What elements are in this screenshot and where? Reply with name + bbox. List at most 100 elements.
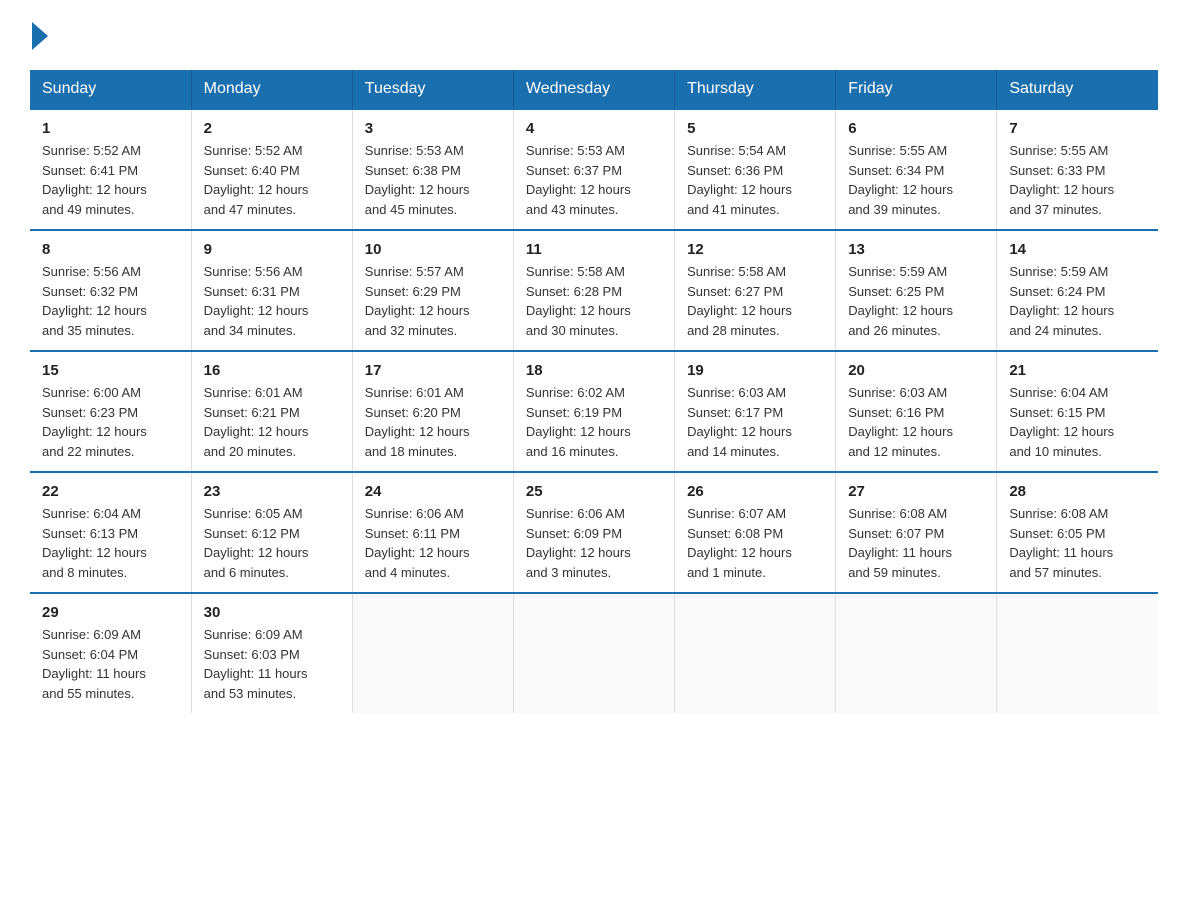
day-number: 29: [42, 604, 179, 621]
page-header: [30, 30, 1158, 50]
day-cell: 15 Sunrise: 6:00 AMSunset: 6:23 PMDayligh…: [30, 351, 191, 472]
day-number: 26: [687, 483, 823, 500]
day-number: 12: [687, 241, 823, 258]
day-cell: 2 Sunrise: 5:52 AMSunset: 6:40 PMDaylight…: [191, 109, 352, 230]
week-row-4: 22 Sunrise: 6:04 AMSunset: 6:13 PMDayligh…: [30, 472, 1158, 593]
day-cell: [675, 593, 836, 713]
day-info: Sunrise: 6:04 AMSunset: 6:13 PMDaylight:…: [42, 504, 179, 582]
day-info: Sunrise: 5:53 AMSunset: 6:37 PMDaylight:…: [526, 141, 662, 219]
week-row-1: 1 Sunrise: 5:52 AMSunset: 6:41 PMDaylight…: [30, 109, 1158, 230]
day-cell: 8 Sunrise: 5:56 AMSunset: 6:32 PMDaylight…: [30, 230, 191, 351]
day-info: Sunrise: 6:06 AMSunset: 6:11 PMDaylight:…: [365, 504, 501, 582]
day-number: 6: [848, 120, 984, 137]
day-number: 19: [687, 362, 823, 379]
header-cell-friday: Friday: [836, 70, 997, 109]
day-number: 28: [1009, 483, 1146, 500]
day-cell: 17Sunrise: 6:01 AMSunset: 6:20 PMDayligh…: [352, 351, 513, 472]
calendar-header: SundayMondayTuesdayWednesdayThursdayFrid…: [30, 70, 1158, 109]
day-info: Sunrise: 6:02 AMSunset: 6:19 PMDaylight:…: [526, 383, 662, 461]
day-cell: 28 Sunrise: 6:08 AMSunset: 6:05 PMDayligh…: [997, 472, 1158, 593]
day-info: Sunrise: 5:52 AMSunset: 6:40 PMDaylight:…: [204, 141, 340, 219]
day-cell: [997, 593, 1158, 713]
day-cell: 24 Sunrise: 6:06 AMSunset: 6:11 PMDayligh…: [352, 472, 513, 593]
day-info: Sunrise: 5:53 AMSunset: 6:38 PMDaylight:…: [365, 141, 501, 219]
day-number: 23: [204, 483, 340, 500]
header-cell-thursday: Thursday: [675, 70, 836, 109]
day-number: 22: [42, 483, 179, 500]
day-info: Sunrise: 5:56 AMSunset: 6:32 PMDaylight:…: [42, 262, 179, 340]
day-cell: 29 Sunrise: 6:09 AMSunset: 6:04 PMDayligh…: [30, 593, 191, 713]
day-info: Sunrise: 5:56 AMSunset: 6:31 PMDaylight:…: [204, 262, 340, 340]
day-number: 8: [42, 241, 179, 258]
day-info: Sunrise: 6:00 AMSunset: 6:23 PMDaylight:…: [42, 383, 179, 461]
week-row-2: 8 Sunrise: 5:56 AMSunset: 6:32 PMDaylight…: [30, 230, 1158, 351]
day-info: Sunrise: 6:05 AMSunset: 6:12 PMDaylight:…: [204, 504, 340, 582]
day-info: Sunrise: 5:55 AMSunset: 6:34 PMDaylight:…: [848, 141, 984, 219]
week-row-3: 15 Sunrise: 6:00 AMSunset: 6:23 PMDayligh…: [30, 351, 1158, 472]
day-info: Sunrise: 6:01 AMSunset: 6:21 PMDaylight:…: [204, 383, 340, 461]
week-row-5: 29 Sunrise: 6:09 AMSunset: 6:04 PMDayligh…: [30, 593, 1158, 713]
day-cell: 7Sunrise: 5:55 AMSunset: 6:33 PMDaylight…: [997, 109, 1158, 230]
day-cell: 16 Sunrise: 6:01 AMSunset: 6:21 PMDayligh…: [191, 351, 352, 472]
day-number: 5: [687, 120, 823, 137]
day-number: 9: [204, 241, 340, 258]
day-number: 30: [204, 604, 340, 621]
calendar-body: 1 Sunrise: 5:52 AMSunset: 6:41 PMDaylight…: [30, 109, 1158, 713]
day-cell: 6 Sunrise: 5:55 AMSunset: 6:34 PMDaylight…: [836, 109, 997, 230]
day-number: 25: [526, 483, 662, 500]
day-number: 3: [365, 120, 501, 137]
day-cell: 22 Sunrise: 6:04 AMSunset: 6:13 PMDayligh…: [30, 472, 191, 593]
day-cell: 26Sunrise: 6:07 AMSunset: 6:08 PMDayligh…: [675, 472, 836, 593]
day-info: Sunrise: 5:59 AMSunset: 6:24 PMDaylight:…: [1009, 262, 1146, 340]
day-cell: 30 Sunrise: 6:09 AMSunset: 6:03 PMDayligh…: [191, 593, 352, 713]
day-cell: 11Sunrise: 5:58 AMSunset: 6:28 PMDayligh…: [513, 230, 674, 351]
day-info: Sunrise: 5:54 AMSunset: 6:36 PMDaylight:…: [687, 141, 823, 219]
day-cell: 14 Sunrise: 5:59 AMSunset: 6:24 PMDayligh…: [997, 230, 1158, 351]
day-cell: 5 Sunrise: 5:54 AMSunset: 6:36 PMDaylight…: [675, 109, 836, 230]
day-number: 13: [848, 241, 984, 258]
day-info: Sunrise: 6:09 AMSunset: 6:04 PMDaylight:…: [42, 625, 179, 703]
day-cell: 25Sunrise: 6:06 AMSunset: 6:09 PMDayligh…: [513, 472, 674, 593]
day-info: Sunrise: 6:04 AMSunset: 6:15 PMDaylight:…: [1009, 383, 1146, 461]
day-cell: 19 Sunrise: 6:03 AMSunset: 6:17 PMDayligh…: [675, 351, 836, 472]
day-number: 24: [365, 483, 501, 500]
day-info: Sunrise: 6:09 AMSunset: 6:03 PMDaylight:…: [204, 625, 340, 703]
day-info: Sunrise: 5:58 AMSunset: 6:27 PMDaylight:…: [687, 262, 823, 340]
day-info: Sunrise: 6:03 AMSunset: 6:16 PMDaylight:…: [848, 383, 984, 461]
day-number: 21: [1009, 362, 1146, 379]
day-number: 27: [848, 483, 984, 500]
day-info: Sunrise: 6:08 AMSunset: 6:05 PMDaylight:…: [1009, 504, 1146, 582]
day-number: 16: [204, 362, 340, 379]
day-cell: 20Sunrise: 6:03 AMSunset: 6:16 PMDayligh…: [836, 351, 997, 472]
day-cell: [352, 593, 513, 713]
day-number: 11: [526, 241, 662, 258]
day-number: 10: [365, 241, 501, 258]
day-info: Sunrise: 6:03 AMSunset: 6:17 PMDaylight:…: [687, 383, 823, 461]
header-cell-sunday: Sunday: [30, 70, 191, 109]
day-number: 14: [1009, 241, 1146, 258]
day-cell: 9 Sunrise: 5:56 AMSunset: 6:31 PMDaylight…: [191, 230, 352, 351]
day-info: Sunrise: 5:55 AMSunset: 6:33 PMDaylight:…: [1009, 141, 1146, 219]
day-cell: [836, 593, 997, 713]
header-cell-saturday: Saturday: [997, 70, 1158, 109]
header-cell-monday: Monday: [191, 70, 352, 109]
day-cell: 3 Sunrise: 5:53 AMSunset: 6:38 PMDaylight…: [352, 109, 513, 230]
day-info: Sunrise: 5:57 AMSunset: 6:29 PMDaylight:…: [365, 262, 501, 340]
day-number: 1: [42, 120, 179, 137]
day-cell: 21 Sunrise: 6:04 AMSunset: 6:15 PMDayligh…: [997, 351, 1158, 472]
day-number: 15: [42, 362, 179, 379]
day-number: 18: [526, 362, 662, 379]
logo: [30, 30, 48, 50]
day-cell: 4 Sunrise: 5:53 AMSunset: 6:37 PMDaylight…: [513, 109, 674, 230]
day-number: 4: [526, 120, 662, 137]
day-cell: 10 Sunrise: 5:57 AMSunset: 6:29 PMDayligh…: [352, 230, 513, 351]
day-info: Sunrise: 6:08 AMSunset: 6:07 PMDaylight:…: [848, 504, 984, 582]
day-cell: 27 Sunrise: 6:08 AMSunset: 6:07 PMDayligh…: [836, 472, 997, 593]
calendar-table: SundayMondayTuesdayWednesdayThursdayFrid…: [30, 70, 1158, 713]
day-cell: 1 Sunrise: 5:52 AMSunset: 6:41 PMDaylight…: [30, 109, 191, 230]
day-info: Sunrise: 5:59 AMSunset: 6:25 PMDaylight:…: [848, 262, 984, 340]
logo-arrow-icon: [32, 22, 48, 50]
day-number: 2: [204, 120, 340, 137]
day-cell: 12 Sunrise: 5:58 AMSunset: 6:27 PMDayligh…: [675, 230, 836, 351]
day-info: Sunrise: 5:52 AMSunset: 6:41 PMDaylight:…: [42, 141, 179, 219]
